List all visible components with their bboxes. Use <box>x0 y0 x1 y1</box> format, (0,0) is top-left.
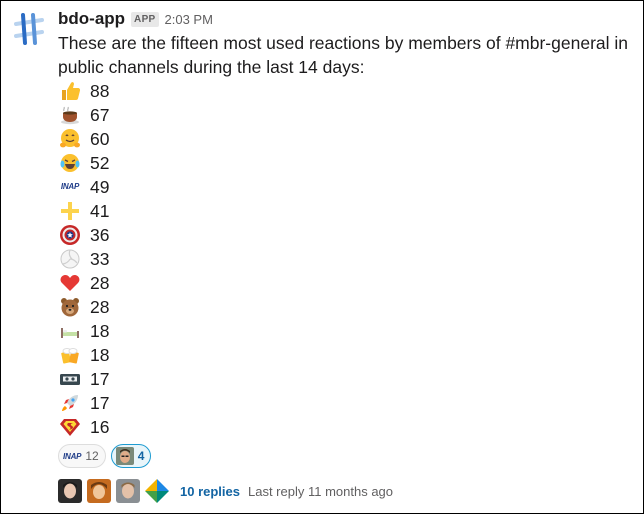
reaction-count: 18 <box>90 345 110 365</box>
list-item: 28 <box>58 271 358 295</box>
hugging-face-icon <box>58 128 82 150</box>
avatar[interactable] <box>116 479 140 503</box>
captain-shield-icon <box>58 224 82 246</box>
thumbs-up-icon <box>58 80 82 102</box>
avatar[interactable] <box>58 479 82 503</box>
inap-logo-icon: INAP <box>63 451 82 461</box>
message-reactions: INAP 12 4 <box>58 444 152 468</box>
reaction-count: 60 <box>90 129 110 149</box>
tea-cup-icon <box>58 104 82 126</box>
red-heart-icon <box>58 272 82 294</box>
list-item: 52 <box>58 151 358 175</box>
reaction-count: 88 <box>90 81 110 101</box>
tears-of-joy-icon <box>58 152 82 174</box>
list-item: 17 <box>58 367 358 391</box>
reaction-count: 41 <box>90 201 110 221</box>
cassette-tape-icon <box>58 368 82 390</box>
list-item: 18 <box>58 343 358 367</box>
rocket-icon <box>58 392 82 414</box>
replies-link[interactable]: 10 replies <box>180 484 240 499</box>
beer-mugs-icon <box>58 344 82 366</box>
message-text: These are the fifteen most used reaction… <box>58 33 628 77</box>
inap-logo-icon: INAP <box>60 182 80 191</box>
reaction-count: 4 <box>137 449 145 463</box>
reaction-count: 67 <box>90 105 110 125</box>
last-reply-text: Last reply 11 months ago <box>248 483 394 499</box>
list-item: 18 <box>58 319 358 343</box>
person-face-icon <box>115 447 134 465</box>
reaction-count: 16 <box>90 417 110 437</box>
reaction-count: 28 <box>90 297 110 317</box>
reaction-count: 33 <box>90 249 110 269</box>
list-item: 36 <box>58 223 358 247</box>
thread-summary[interactable]: 10 replies Last reply 11 months ago <box>58 479 393 503</box>
list-item: 16 <box>58 415 358 439</box>
reaction-face-button[interactable]: 4 <box>110 444 152 468</box>
message-header: bdo-app APP 2:03 PM <box>58 7 213 31</box>
list-item: 33 <box>58 247 358 271</box>
reaction-count: 36 <box>90 225 110 245</box>
volleyball-icon <box>58 248 82 270</box>
app-badge: APP <box>131 11 159 27</box>
bed-icon <box>58 320 82 342</box>
list-item: 28 <box>58 295 358 319</box>
list-item: 41 <box>58 199 358 223</box>
reactions-ranking-list: 88 67 60 52 INAP 49 41 36 33 28 28 18 18… <box>58 79 358 439</box>
avatar[interactable] <box>87 479 111 503</box>
list-item: 17 <box>58 391 358 415</box>
reaction-count: 12 <box>85 449 99 463</box>
list-item: 88 <box>58 79 358 103</box>
list-item: 67 <box>58 103 358 127</box>
plus-sign-icon <box>58 200 82 222</box>
list-item: INAP 49 <box>58 175 358 199</box>
reaction-inap-button[interactable]: INAP 12 <box>58 444 106 468</box>
reaction-count: 18 <box>90 321 110 341</box>
app-name[interactable]: bdo-app <box>58 9 125 29</box>
app-avatar-icon[interactable] <box>11 11 47 47</box>
message-timestamp[interactable]: 2:03 PM <box>165 12 213 27</box>
list-item: 60 <box>58 127 358 151</box>
reaction-count: 17 <box>90 393 110 413</box>
reaction-count: 52 <box>90 153 110 173</box>
reaction-count: 28 <box>90 273 110 293</box>
bear-face-icon <box>58 296 82 318</box>
superman-logo-icon <box>58 416 82 438</box>
avatar[interactable] <box>145 479 169 503</box>
reaction-count: 17 <box>90 369 110 389</box>
reaction-count: 49 <box>90 177 110 197</box>
message-frame: bdo-app APP 2:03 PM These are the fiftee… <box>0 0 644 514</box>
